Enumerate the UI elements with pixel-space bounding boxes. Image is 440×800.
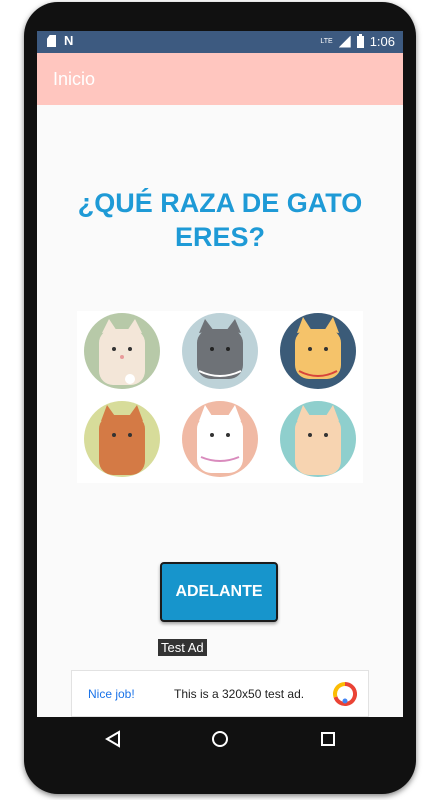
cats-illustration (77, 311, 363, 483)
cat-orange (280, 313, 356, 389)
back-icon[interactable] (101, 727, 125, 751)
navigation-bar (37, 717, 403, 761)
screen: N LTE 1:06 Inicio ¿QUÉ RAZA DE GATO ERES… (37, 31, 403, 717)
signal-icon (338, 35, 351, 48)
cat-cream (84, 313, 160, 389)
cat-ginger (84, 401, 160, 477)
n-notification-icon: N (64, 33, 74, 48)
app-bar: Inicio (37, 53, 403, 105)
status-bar: N LTE 1:06 (37, 31, 403, 53)
status-time: 1:06 (369, 34, 395, 49)
ad-banner[interactable]: Nice job! This is a 320x50 test ad. (71, 670, 369, 717)
sd-card-icon (47, 35, 56, 47)
ad-nice-job: Nice job! (88, 687, 135, 701)
next-button[interactable]: ADELANTE (160, 562, 278, 622)
cat-white (182, 401, 258, 477)
recents-icon[interactable] (316, 727, 340, 751)
page-title: Inicio (53, 69, 96, 89)
cat-peach (280, 401, 356, 477)
ad-text: This is a 320x50 test ad. (174, 687, 305, 701)
cat-gray (182, 313, 258, 389)
lte-icon: LTE (320, 37, 333, 45)
question-heading: ¿QUÉ RAZA DE GATO ERES? (77, 188, 363, 252)
home-icon[interactable] (208, 727, 232, 751)
ad-tag: Test Ad (158, 639, 207, 656)
admob-logo-icon (333, 681, 358, 706)
battery-charging-icon (356, 33, 364, 48)
